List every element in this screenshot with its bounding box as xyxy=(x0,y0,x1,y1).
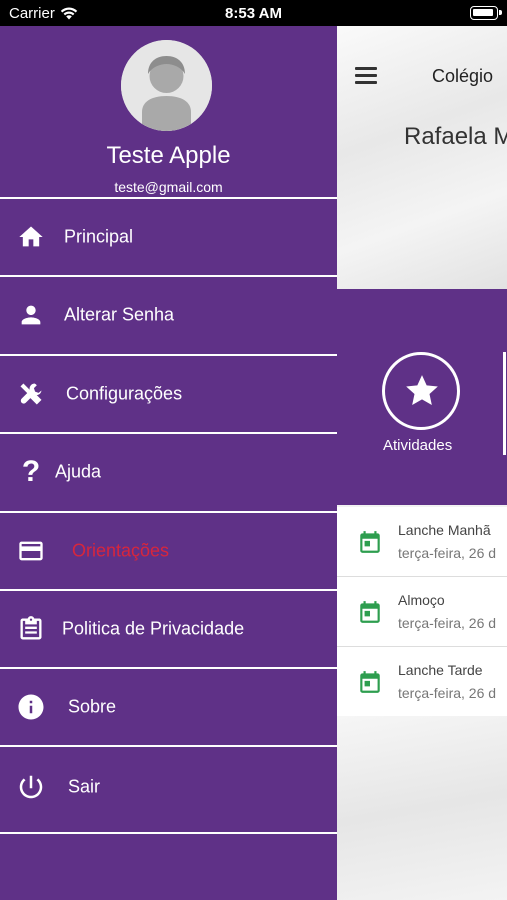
clock: 8:53 AM xyxy=(225,5,282,22)
home-icon xyxy=(16,222,46,252)
menu-item-principal[interactable]: Principal xyxy=(0,199,337,275)
list-item-date: terça-feira, 26 d xyxy=(398,685,497,701)
main-screen: Colégio Rafaela M Atividades Lanche Manh… xyxy=(337,26,507,900)
divider xyxy=(0,745,337,747)
menu-item-ajuda[interactable]: ? Ajuda xyxy=(0,434,337,510)
status-bar: Carrier 8:53 AM xyxy=(0,0,507,26)
list-item[interactable]: Almoço terça-feira, 26 d xyxy=(337,577,507,647)
list-item-date: terça-feira, 26 d xyxy=(398,615,497,631)
activities-button[interactable] xyxy=(382,352,460,430)
menu-item-label: Principal xyxy=(64,226,134,247)
person-icon xyxy=(16,300,46,330)
menu-icon[interactable] xyxy=(355,67,377,84)
star-icon xyxy=(406,375,438,405)
menu-item-label: Orientações xyxy=(72,540,170,561)
menu-item-sair[interactable]: Sair xyxy=(0,749,337,825)
menu-item-label: Politica de Privacidade xyxy=(62,618,245,639)
calendar-icon xyxy=(360,531,380,553)
student-name: Rafaela M xyxy=(404,123,507,150)
menu-item-label: Ajuda xyxy=(55,461,102,482)
user-name: Teste Apple xyxy=(106,142,231,169)
menu-item-label: Configurações xyxy=(66,383,183,404)
shortcut-divider xyxy=(503,352,506,455)
activities-label: Atividades xyxy=(383,437,453,454)
clipboard-icon xyxy=(16,614,46,644)
menu-item-label: Alterar Senha xyxy=(64,304,175,325)
calendar-icon xyxy=(360,671,380,693)
menu-item-alterar-senha[interactable]: Alterar Senha xyxy=(0,277,337,353)
school-title: Colégio xyxy=(432,66,494,86)
power-icon xyxy=(16,772,46,802)
avatar[interactable] xyxy=(121,40,212,131)
meal-list: Lanche Manhã terça-feira, 26 d Almoço te… xyxy=(337,507,507,717)
user-email: teste@gmail.com xyxy=(114,179,223,195)
battery-icon xyxy=(470,6,502,20)
calendar-icon xyxy=(360,601,380,623)
card-icon xyxy=(16,536,46,566)
tools-icon xyxy=(16,379,46,409)
navigation-drawer: Teste Apple teste@gmail.com Principal Al… xyxy=(0,26,337,900)
divider xyxy=(0,832,337,834)
list-item[interactable]: Lanche Tarde terça-feira, 26 d xyxy=(337,647,507,717)
menu-item-label: Sobre xyxy=(68,696,117,717)
menu-item-orientacoes[interactable]: Orientações xyxy=(0,513,337,589)
menu-item-sobre[interactable]: Sobre xyxy=(0,669,337,745)
list-item-title: Almoço xyxy=(398,592,445,608)
info-icon xyxy=(16,692,46,722)
list-item[interactable]: Lanche Manhã terça-feira, 26 d xyxy=(337,507,507,577)
list-item-title: Lanche Tarde xyxy=(398,662,483,678)
footer-background xyxy=(337,716,507,900)
list-item-title: Lanche Manhã xyxy=(398,522,491,538)
list-item-date: terça-feira, 26 d xyxy=(398,545,497,561)
menu-item-label: Sair xyxy=(68,776,101,797)
menu-item-configuracoes[interactable]: Configurações xyxy=(0,356,337,432)
user-avatar-icon xyxy=(121,40,212,131)
menu-item-politica-de-privacidade[interactable]: Politica de Privacidade xyxy=(0,591,337,667)
question-icon: ? xyxy=(21,455,41,488)
